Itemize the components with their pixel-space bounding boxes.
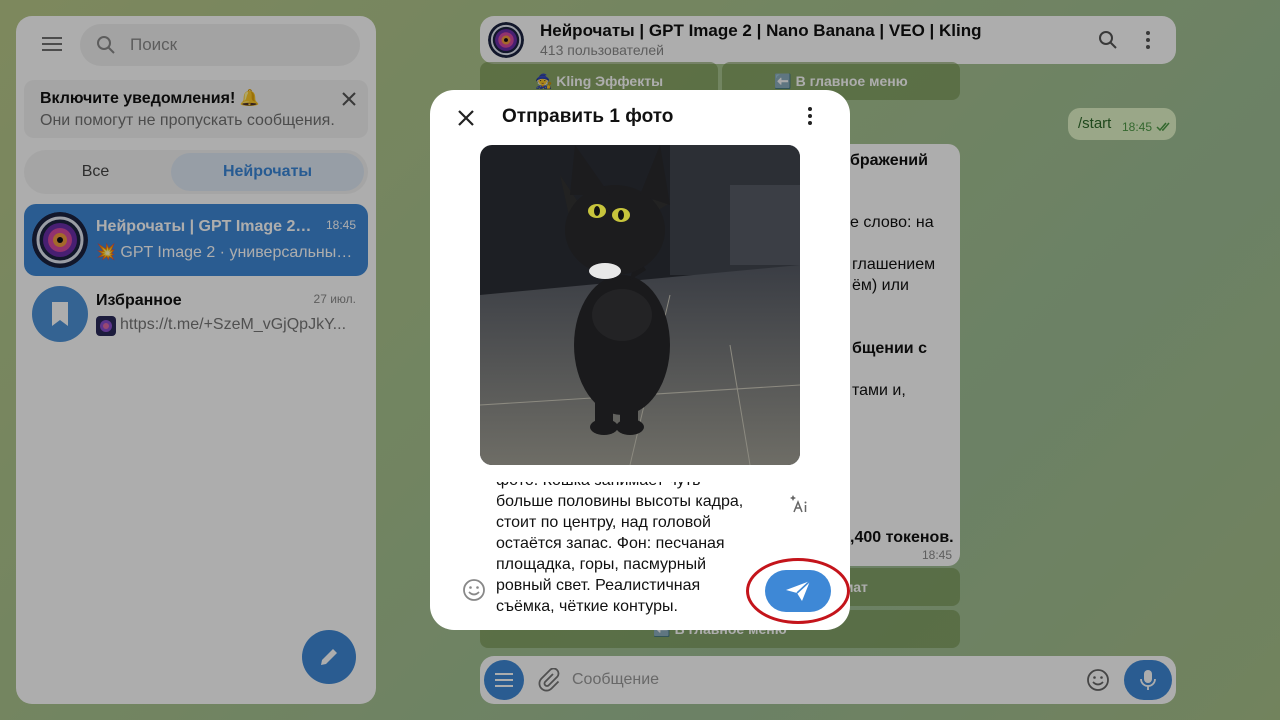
caption-line: съёмка, чёткие контуры. [496,598,678,615]
send-icon [786,580,811,601]
send-photo-dialog: Отправить 1 фото больше половины высоты … [430,90,850,630]
close-icon[interactable] [454,106,478,130]
caption-line: стоит по центру, над головой [496,514,711,531]
more-vertical-icon[interactable] [806,106,814,126]
caption-line: площадка, горы, пасмурный [496,556,707,573]
photo-preview[interactable] [480,145,800,465]
dialog-title: Отправить 1 фото [502,106,674,127]
emoji-icon[interactable] [462,578,486,602]
caption-line: ровный свет. Реалистичная [496,577,701,594]
ai-text-icon[interactable] [790,494,810,514]
caption-line: остаётся запас. Фон: песчаная [496,535,725,552]
caption-line: больше половины высоты кадра, [496,493,744,510]
cat-photo [480,145,800,465]
send-button[interactable] [765,570,831,612]
caption-line: фото. Кошка занимает чуть [496,482,761,491]
caption-text[interactable]: фото. Кошка занимает чуть больше половин… [496,482,761,616]
